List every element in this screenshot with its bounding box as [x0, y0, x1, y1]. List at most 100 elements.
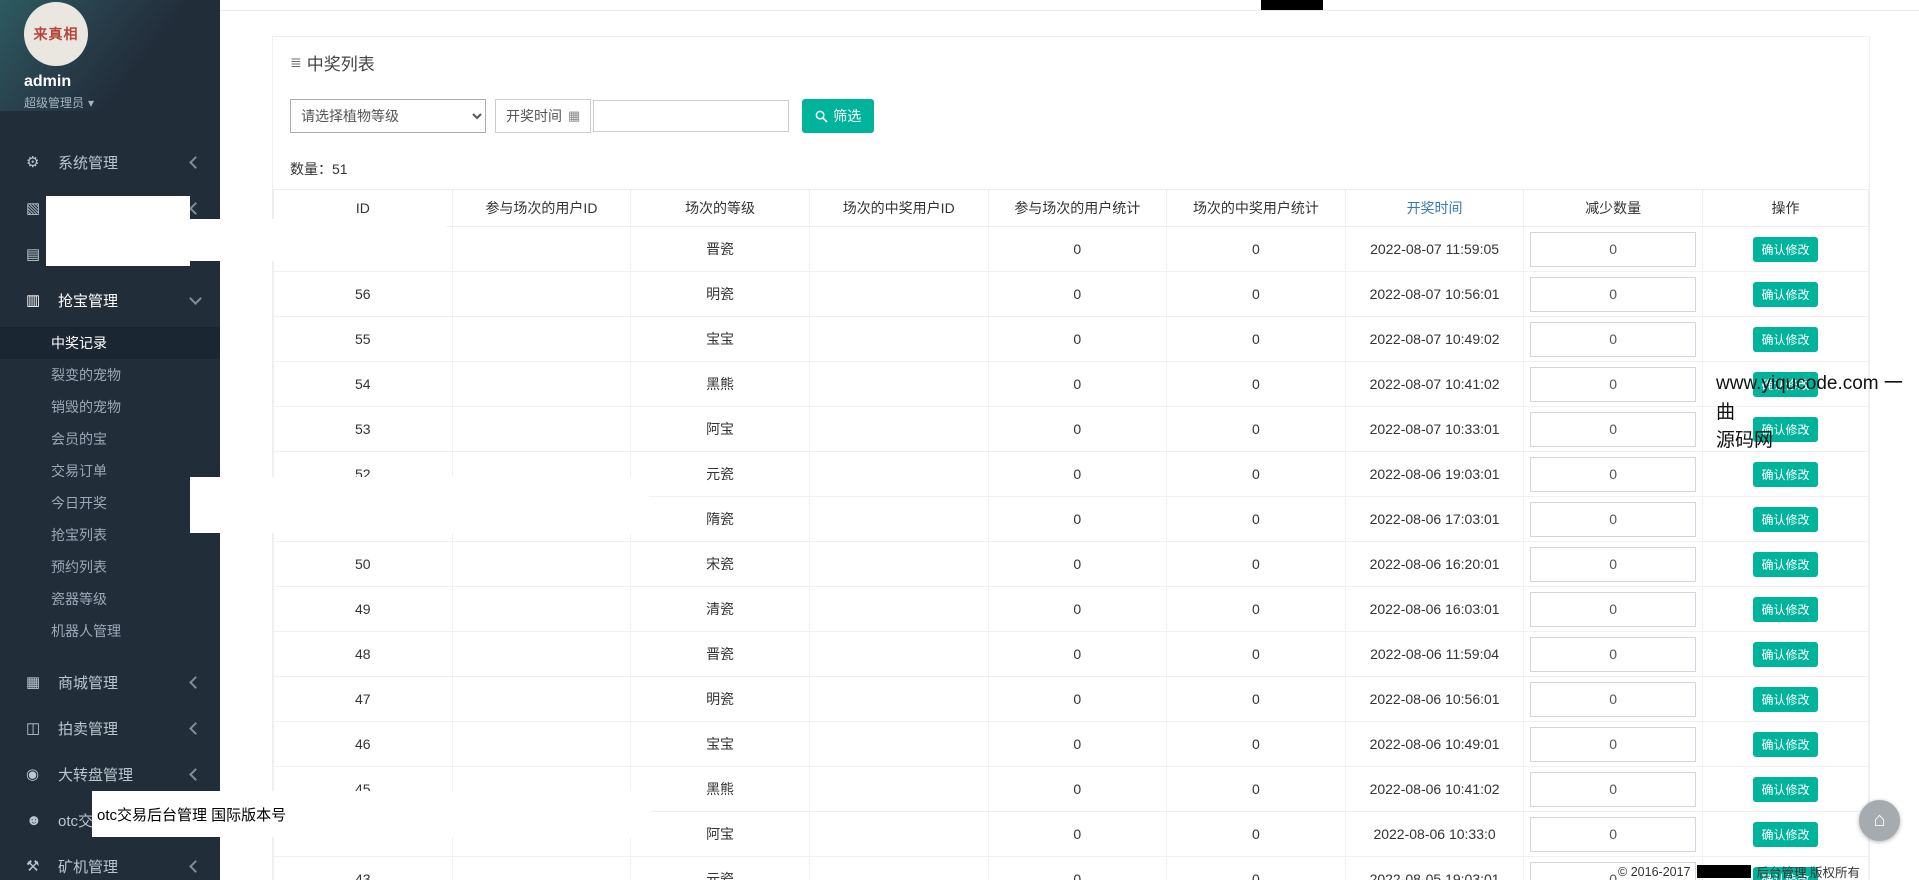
sidebar-subitem[interactable]: 销毁的宠物 [0, 391, 220, 423]
confirm-modify-button[interactable]: 确认修改 [1753, 641, 1818, 667]
confirm-modify-button[interactable]: 确认修改 [1753, 821, 1818, 847]
decrease-input[interactable] [1530, 276, 1697, 312]
confirm-modify-button[interactable]: 确认修改 [1753, 686, 1818, 712]
sidebar-subitem[interactable]: 瓷器等级 [0, 583, 220, 615]
header-draw-time-sort[interactable]: 开奖时间 [1344, 189, 1525, 227]
sidebar-subitem[interactable]: 中奖记录 [0, 327, 220, 359]
sidebar-subitem[interactable]: 裂变的宠物 [0, 359, 220, 391]
cell-win-stat: 0 [1166, 451, 1346, 497]
decrease-input[interactable] [1530, 771, 1697, 807]
decrease-input[interactable] [1530, 321, 1697, 357]
back-to-top-button[interactable]: ⌂ [1859, 800, 1900, 841]
cell-win-stat: 0 [1166, 586, 1346, 632]
cell-id: 47 [273, 676, 453, 722]
cell-grade: 宝宝 [630, 316, 810, 362]
grade-select[interactable]: 请选择植物等级 [290, 99, 486, 133]
filter-button[interactable]: 筛选 [802, 99, 875, 133]
cell-draw-time: 2022-08-07 10:41:02 [1344, 361, 1525, 407]
cell-grade: 隋瓷 [630, 496, 810, 542]
confirm-modify-button[interactable]: 确认修改 [1753, 281, 1818, 307]
cell-draw-time: 2022-08-06 10:49:01 [1344, 721, 1525, 767]
filter-bar: 请选择植物等级 开奖时间 ▦ 筛选 [290, 99, 1869, 133]
cell-win-stat: 0 [1166, 856, 1346, 880]
cell-grade: 清瓷 [630, 586, 810, 632]
confirm-modify-button[interactable]: 确认修改 [1753, 326, 1818, 352]
cell-draw-time: 2022-08-06 17:03:01 [1344, 496, 1525, 542]
cell-win-stat: 0 [1166, 766, 1346, 812]
cell-join-stat: 0 [987, 541, 1168, 587]
header-join-user-id: 参与场次的用户ID [451, 189, 632, 227]
cell-win-stat: 0 [1166, 676, 1346, 722]
header-win-user-id: 场次的中奖用户ID [808, 189, 989, 227]
cell-join-stat: 0 [987, 631, 1168, 677]
confirm-modify-button[interactable]: 确认修改 [1753, 776, 1818, 802]
confirm-modify-button[interactable]: 确认修改 [1753, 551, 1818, 577]
decrease-input[interactable] [1530, 726, 1697, 762]
user-role-dropdown[interactable]: 超级管理员 ▾ [24, 94, 220, 111]
cell-win-user-id [808, 676, 989, 722]
decrease-input[interactable] [1530, 411, 1697, 447]
sidebar-subitem-label: 抢宝列表 [51, 527, 107, 543]
sidebar-subitem[interactable]: 会员的宝 [0, 423, 220, 455]
cell-draw-time: 2022-08-06 11:59:04 [1344, 631, 1525, 677]
decrease-input[interactable] [1530, 366, 1697, 402]
censor-block-black [1696, 865, 1751, 878]
cell-id: 43 [273, 856, 453, 880]
sidebar-item-label: 抢宝管理 [58, 292, 119, 310]
table-row: 54 黑熊 0 0 2022-08-07 10:41:02 确认修改 [273, 361, 1869, 407]
table-row: 晋瓷 0 0 2022-08-07 11:59:05 确认修改 [273, 226, 1869, 272]
cell-join-user-id [451, 406, 632, 452]
cell-join-user-id [451, 586, 632, 632]
sidebar-subitem[interactable]: 预约列表 [0, 551, 220, 583]
confirm-modify-button[interactable]: 确认修改 [1753, 461, 1818, 487]
draw-time-label: 开奖时间 [506, 108, 562, 124]
confirm-modify-button[interactable]: 确认修改 [1753, 596, 1818, 622]
sidebar-item[interactable]: ⚒ 矿机管理 [0, 843, 220, 880]
table-row: 47 明瓷 0 0 2022-08-06 10:56:01 确认修改 [273, 676, 1869, 722]
cell-join-user-id [451, 631, 632, 677]
cell-grade: 阿宝 [630, 406, 810, 452]
calendar-icon: ▦ [568, 108, 581, 123]
cell-win-stat: 0 [1166, 271, 1346, 317]
sidebar-item-label: 大转盘管理 [58, 766, 134, 784]
sidebar-subitem[interactable]: 抢宝列表 [0, 519, 220, 551]
table-row: 50 宋瓷 0 0 2022-08-06 16:20:01 确认修改 [273, 541, 1869, 587]
sidebar-item-label: 拍卖管理 [58, 720, 119, 738]
draw-time-input[interactable] [593, 100, 790, 132]
decrease-input[interactable] [1530, 681, 1697, 717]
avatar[interactable]: 来真相 [24, 2, 88, 66]
count-label: 数量：51 [290, 161, 348, 177]
decrease-input[interactable] [1530, 816, 1697, 852]
sidebar-subitem[interactable]: 交易订单 [0, 455, 220, 487]
confirm-modify-button[interactable]: 确认修改 [1753, 236, 1818, 262]
sidebar-subitem[interactable]: 今日开奖 [0, 487, 220, 519]
header-grade: 场次的等级 [630, 189, 810, 227]
decrease-input[interactable] [1530, 501, 1697, 537]
sidebar-item[interactable]: ▥ 抢宝管理 [0, 277, 220, 323]
panel-title-text: 中奖列表 [306, 55, 375, 74]
cell-join-stat: 0 [987, 496, 1168, 542]
sidebar-item[interactable]: ⚙ 系统管理 [0, 139, 220, 185]
version-text: otc交易后台管理 国际版本号 [97, 807, 287, 824]
cell-id: 46 [273, 721, 453, 767]
cell-win-stat: 0 [1166, 361, 1346, 407]
sidebar-item[interactable]: ◫ 拍卖管理 [0, 705, 220, 751]
cell-draw-time: 2022-08-07 11:59:05 [1344, 226, 1525, 272]
decrease-input[interactable] [1530, 456, 1697, 492]
confirm-modify-button[interactable]: 确认修改 [1753, 506, 1818, 532]
header-decrease: 减少数量 [1523, 189, 1703, 227]
cell-join-user-id [451, 226, 632, 272]
main-content: ≣ 中奖列表 请选择植物等级 开奖时间 ▦ 筛选 数量：51 ID 参与场次的用… [220, 0, 1919, 880]
sidebar-item-label: 矿机管理 [58, 858, 119, 876]
decrease-input[interactable] [1530, 591, 1697, 627]
home-icon: ⌂ [1873, 809, 1886, 831]
wheel-icon: ◉ [26, 766, 40, 783]
user-profile: 来真相 admin 超级管理员 ▾ [0, 0, 220, 111]
decrease-input[interactable] [1530, 546, 1697, 582]
confirm-modify-button[interactable]: 确认修改 [1753, 731, 1818, 757]
sidebar-item[interactable]: ▦ 商城管理 [0, 659, 220, 705]
sidebar-subitem[interactable]: 机器人管理 [0, 615, 220, 647]
cell-id: 49 [273, 586, 453, 632]
decrease-input[interactable] [1530, 636, 1697, 672]
decrease-input[interactable] [1530, 231, 1697, 267]
